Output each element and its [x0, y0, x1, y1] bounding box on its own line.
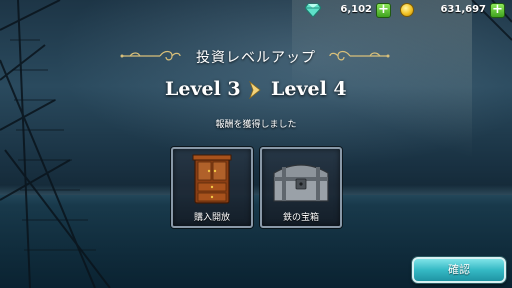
reward-card-purchase-unlock[interactable]: 購入開放 — [171, 147, 253, 228]
popup-title: 投資レベルアップ — [196, 50, 316, 66]
confirm-button[interactable]: 確認 — [412, 257, 506, 283]
ship-rigging-left — [0, 0, 111, 288]
buy-coins-button[interactable]: + — [490, 3, 505, 18]
level-change: Level 3 Level 4 — [0, 78, 512, 104]
ornament-right-icon — [329, 50, 390, 61]
arrow-right-icon — [249, 81, 261, 99]
popup-title-row: 投資レベルアップ — [0, 47, 512, 67]
coin-count: 631,697 — [440, 4, 486, 15]
reward-card-iron-chest[interactable]: 鉄の宝箱 — [260, 147, 342, 228]
iron-chest-icon — [273, 164, 329, 202]
reward-label: 購入開放 — [193, 213, 230, 223]
currency-bar: 6,102 + 631,697 + — [0, 0, 512, 22]
reward-message: 報酬を獲得しました — [215, 120, 297, 130]
previous-level: Level 3 — [165, 78, 241, 100]
new-level: Level 4 — [271, 78, 347, 100]
gold-coin-icon — [400, 3, 414, 17]
gem-count: 6,102 — [340, 4, 372, 15]
game-screen: 6,102 + 631,697 + 投資レベルアップ Level 3 Level… — [0, 0, 512, 288]
diamond-icon — [305, 3, 321, 17]
buy-gems-button[interactable]: + — [376, 3, 391, 18]
cabinet-icon — [192, 154, 232, 204]
reward-label: 鉄の宝箱 — [282, 213, 319, 223]
